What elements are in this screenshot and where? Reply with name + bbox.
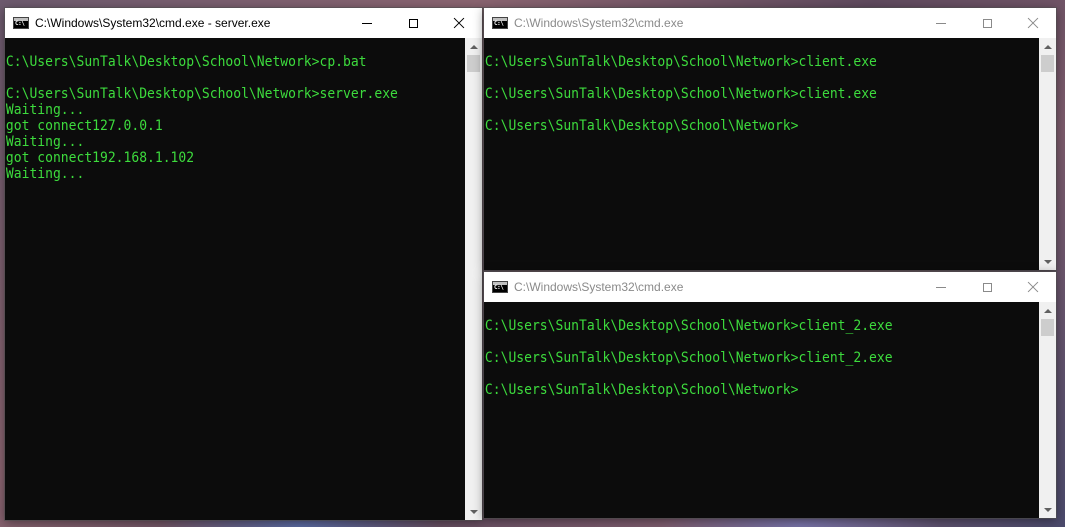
arrow-down-icon [1043,507,1052,512]
scroll-up-button[interactable] [1039,38,1056,55]
cmd-icon [492,17,508,29]
scroll-up-button[interactable] [1039,302,1056,319]
minimize-icon [362,22,372,24]
vertical-scrollbar[interactable] [465,38,482,520]
server-window-titlebar[interactable]: C:\Windows\System32\cmd.exe - server.exe [5,8,482,38]
console-line: C:\Users\SunTalk\Desktop\School\Network>… [5,54,367,70]
client-console-window[interactable]: C:\Windows\System32\cmd.exe C:\Users\Sun… [484,8,1056,270]
client-window-titlebar[interactable]: C:\Windows\System32\cmd.exe [484,8,1056,38]
console-line: C:\Users\SunTalk\Desktop\School\Network> [484,118,799,134]
window-controls [918,272,1056,302]
close-icon [453,17,465,29]
vertical-scrollbar[interactable] [1039,38,1056,270]
console-line: got connect192.168.1.102 [5,150,195,166]
arrow-up-icon [1043,308,1052,313]
window-controls [344,8,482,38]
minimize-button[interactable] [918,8,964,38]
arrow-up-icon [469,44,478,49]
minimize-button[interactable] [918,272,964,302]
close-button[interactable] [436,8,482,38]
console-line: C:\Users\SunTalk\Desktop\School\Network> [484,382,799,398]
minimize-icon [936,22,946,24]
scroll-down-button[interactable] [1039,253,1056,270]
close-button[interactable] [1010,272,1056,302]
console-line: Waiting... [5,134,85,150]
arrow-up-icon [1043,44,1052,49]
console-line: got connect127.0.0.1 [5,118,163,134]
window-title: C:\Windows\System32\cmd.exe - server.exe [35,16,271,30]
client-2-window-titlebar[interactable]: C:\Windows\System32\cmd.exe [484,272,1056,302]
close-button[interactable] [1010,8,1056,38]
scroll-down-button[interactable] [1039,501,1056,518]
cmd-icon [13,17,29,29]
console-line: Waiting... [5,102,85,118]
scroll-thumb[interactable] [1041,319,1054,336]
cmd-icon [492,281,508,293]
scroll-down-button[interactable] [465,503,482,520]
console-line: C:\Users\SunTalk\Desktop\School\Network>… [5,86,398,102]
console-line: C:\Users\SunTalk\Desktop\School\Network>… [484,86,877,102]
maximize-button[interactable] [964,8,1010,38]
console-line: C:\Users\SunTalk\Desktop\School\Network>… [484,54,877,70]
server-console-window[interactable]: C:\Windows\System32\cmd.exe - server.exe… [5,8,482,520]
scroll-thumb[interactable] [1041,55,1054,72]
arrow-down-icon [1043,259,1052,264]
console-line: C:\Users\SunTalk\Desktop\School\Network>… [484,318,893,334]
window-title: C:\Windows\System32\cmd.exe [514,16,684,30]
minimize-button[interactable] [344,8,390,38]
window-controls [918,8,1056,38]
maximize-button[interactable] [964,272,1010,302]
vertical-scrollbar[interactable] [1039,302,1056,518]
maximize-icon [982,18,992,28]
maximize-icon [408,18,418,28]
maximize-icon [982,282,992,292]
close-icon [1027,281,1039,293]
window-title: C:\Windows\System32\cmd.exe [514,280,684,294]
close-icon [1027,17,1039,29]
scroll-thumb[interactable] [467,55,480,72]
console-line: Waiting... [5,166,85,182]
console-output[interactable]: C:\Users\SunTalk\Desktop\School\Network>… [484,38,1039,270]
console-line: C:\Users\SunTalk\Desktop\School\Network>… [484,350,893,366]
scroll-up-button[interactable] [465,38,482,55]
console-output[interactable]: C:\Users\SunTalk\Desktop\School\Network>… [484,302,1039,518]
console-output[interactable]: C:\Users\SunTalk\Desktop\School\Network>… [5,38,465,520]
client-2-console-window[interactable]: C:\Windows\System32\cmd.exe C:\Users\Sun… [484,272,1056,518]
arrow-down-icon [469,509,478,514]
minimize-icon [936,286,946,288]
maximize-button[interactable] [390,8,436,38]
